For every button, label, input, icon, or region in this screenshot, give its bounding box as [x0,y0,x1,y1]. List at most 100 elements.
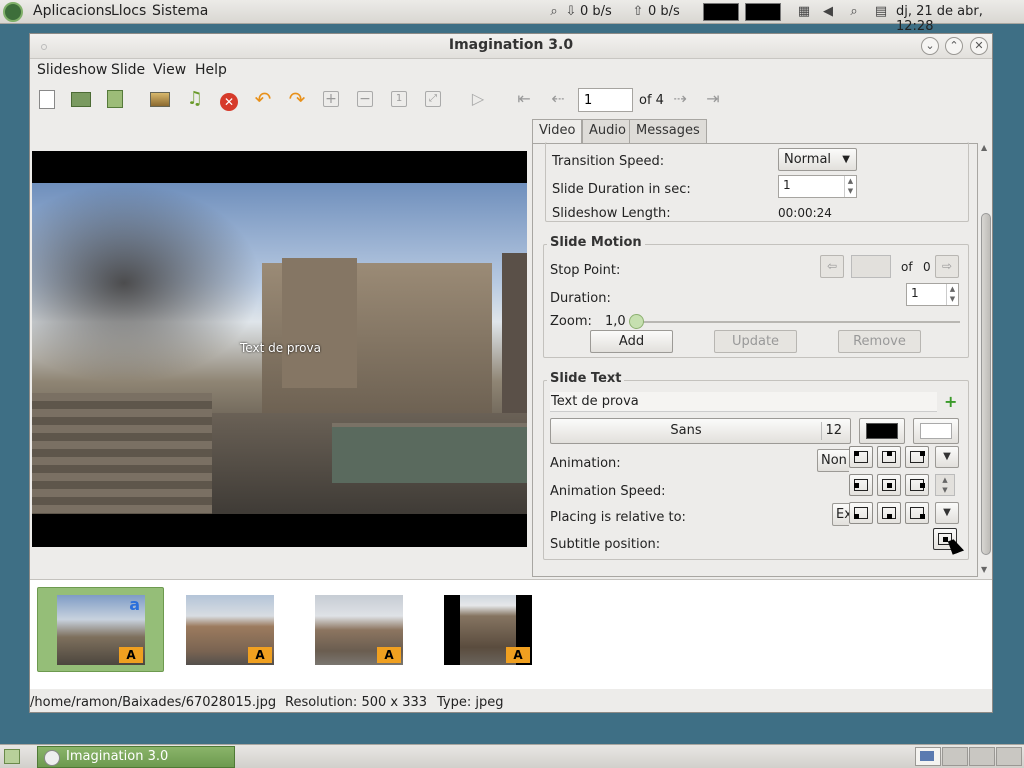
open-slideshow-button[interactable] [69,88,93,112]
position-bottom-right-button[interactable] [905,502,929,524]
picture-icon [150,92,170,107]
font-selector-button[interactable]: Sans 12 [550,418,851,444]
stop-point-prev-button[interactable]: ⇦ [820,255,844,278]
duration-label: Duration: [550,291,611,306]
position-middle-center-button[interactable] [877,474,901,496]
placing-dropdown-button[interactable]: ▼ [935,502,959,524]
clipboard-icon[interactable]: ▤ [873,4,889,20]
stop-point-next-button[interactable]: ⇨ [935,255,959,278]
system-monitor-graph[interactable] [703,3,739,21]
tab-audio[interactable]: Audio [582,119,633,143]
delete-icon: ✕ [220,93,238,111]
animation-speed-spin-arrows-icon[interactable]: ▲ ▼ [935,474,955,496]
chevron-down-icon: ▼ [842,154,850,165]
previous-slide-button[interactable]: ⇠ [546,88,570,112]
taskbar-window-button[interactable]: Imagination 3.0 [37,746,235,768]
workspace-4[interactable] [996,747,1022,766]
new-slideshow-button[interactable] [35,88,59,112]
save-icon [107,90,123,108]
scrollbar-thumb[interactable] [981,213,991,555]
preview-play-button[interactable]: ▷ [466,88,490,112]
zoom-slider-handle[interactable] [629,314,644,329]
workspace-3[interactable] [969,747,995,766]
menu-places[interactable]: Llocs [111,3,146,19]
slide-thumbnail[interactable]: A [186,595,274,665]
stop-point-of: of [901,260,913,274]
maximize-button[interactable]: ⌃ [945,37,963,55]
next-slide-button[interactable]: ⇢ [668,88,692,112]
background-color-button[interactable] [913,418,959,444]
title-bar[interactable]: Imagination 3.0 ⌄ ⌃ ✕ [30,34,992,59]
menu-view[interactable]: View [153,62,186,78]
position-middle-left-button[interactable] [849,474,873,496]
position-bottom-left-button[interactable] [849,502,873,524]
position-top-left-button[interactable] [849,446,873,468]
position-bottom-center-button[interactable] [877,502,901,524]
slide-duration-spin[interactable]: 1 ▲ ▼ [778,175,857,198]
transition-speed-label: Transition Speed: [552,154,665,169]
search-icon[interactable]: ⌕ [846,4,862,20]
imagination-app-icon [44,750,60,766]
zoom-in-button[interactable]: + [319,88,343,112]
add-text-icon[interactable]: + [944,394,957,410]
zoom-out-button[interactable]: − [353,88,377,112]
net-down-speed: 0 b/s [580,4,612,19]
add-button[interactable]: Add [590,330,673,353]
castle-tower [282,258,357,388]
workspace-1[interactable] [915,747,941,766]
thumbnail-text-badge: A [248,647,272,663]
slide-preview[interactable]: Text de prova [32,151,527,547]
menu-slideshow[interactable]: Slideshow [37,62,107,78]
slide-thumbnail[interactable]: A [315,595,403,665]
scroll-up-arrow-icon[interactable]: ▲ [981,143,987,152]
rotate-right-button[interactable]: ↷ [285,88,309,112]
text-color-button[interactable] [859,418,905,444]
menu-applications[interactable]: Aplicacions [33,3,112,19]
imagination-window: Imagination 3.0 ⌄ ⌃ ✕ Slideshow Slide Vi… [29,33,993,713]
zoom-slider-track[interactable] [631,321,960,323]
slide-thumbnail[interactable]: a A [57,595,145,665]
workspace-2[interactable] [942,747,968,766]
slide-text-input[interactable]: Text de prova [550,392,937,412]
duration-spin[interactable]: 1 ▲ ▼ [906,283,959,306]
save-slideshow-button[interactable] [103,88,127,112]
tab-messages[interactable]: Messages [629,119,707,143]
show-desktop-icon[interactable] [4,749,20,764]
remove-button[interactable]: Remove [838,330,921,353]
transition-speed-select[interactable]: Normal ▼ [778,148,857,171]
close-button[interactable]: ✕ [970,37,988,55]
import-audio-button[interactable]: ♫ [183,88,207,112]
delete-slides-button[interactable]: ✕ [217,88,241,112]
network-monitor-icon[interactable]: ⌕ [546,4,562,20]
animation-dropdown-button[interactable]: ▼ [935,446,959,468]
update-button[interactable]: Update [714,330,797,353]
stairs [32,393,212,514]
network-icon[interactable]: ▦ [796,4,812,20]
spin-arrows-icon[interactable]: ▲ ▼ [946,284,958,305]
rotate-left-button[interactable]: ↶ [251,88,275,112]
clock[interactable]: dj, 21 de abr, 12:28 [896,4,1024,34]
minimize-button[interactable]: ⌄ [921,37,939,55]
position-top-center-button[interactable] [877,446,901,468]
menu-help[interactable]: Help [195,62,227,78]
zoom-fit-button[interactable]: ⤢ [421,88,445,112]
spin-arrows-icon[interactable]: ▲ ▼ [844,176,856,197]
import-pictures-button[interactable] [148,88,172,112]
slide-text-overlay[interactable]: Text de prova [240,341,321,355]
distro-logo-icon[interactable] [3,2,23,22]
volume-icon[interactable]: ◀ [820,4,836,20]
animation-select[interactable]: Non [817,449,851,472]
position-top-right-button[interactable] [905,446,929,468]
menu-slide[interactable]: Slide [111,62,145,78]
position-middle-right-button[interactable] [905,474,929,496]
slide-thumbnail[interactable]: A [444,595,532,665]
menu-system[interactable]: Sistema [152,3,208,19]
zoom-normal-button[interactable]: 1 [387,88,411,112]
transition-speed-value: Normal [784,152,832,167]
current-slide-input[interactable] [578,88,633,112]
first-slide-button[interactable]: ⇤ [512,88,536,112]
last-slide-button[interactable]: ⇥ [701,88,725,112]
scroll-down-arrow-icon[interactable]: ▼ [981,565,987,574]
settings-scrollbar[interactable]: ▲ ▼ [980,143,992,577]
system-monitor-graph[interactable] [745,3,781,21]
